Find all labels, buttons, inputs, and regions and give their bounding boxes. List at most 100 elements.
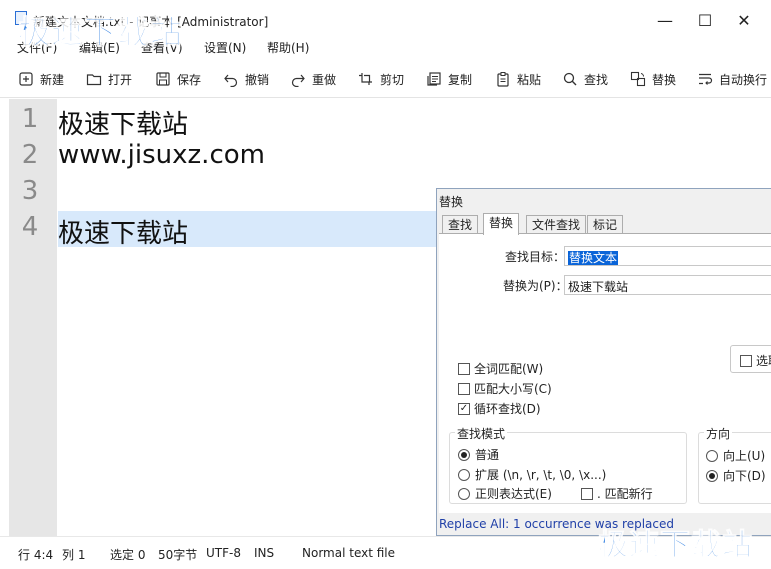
radio-dot [706, 449, 718, 462]
undo-label: 撤销 [245, 72, 270, 87]
undo-button[interactable]: 撤销 [223, 70, 269, 88]
status-bytes: 50字节 [158, 548, 198, 562]
editor-line[interactable]: www.jisuxz.com [58, 140, 265, 170]
wrap-around-checkbox[interactable]: ✓ 循环查找(D) [458, 400, 541, 417]
minimize-button[interactable]: — [650, 8, 680, 34]
status-position: 行 4:4 [18, 548, 54, 562]
radio-dot [458, 448, 470, 461]
new-button[interactable]: 新建 [18, 70, 64, 88]
maximize-button[interactable]: ☐ [690, 8, 720, 34]
editor-line[interactable]: 极速下载站 [58, 104, 188, 141]
mode-normal-radio[interactable]: 普通 [458, 446, 499, 463]
close-button[interactable]: ✕ [729, 8, 759, 34]
new-file-icon [18, 71, 34, 87]
find-target-label: 查找目标： [505, 250, 566, 264]
tab-find[interactable]: 查找 [442, 215, 479, 234]
whole-word-label: 全词匹配(W) [474, 362, 544, 376]
copy-label: 复制 [448, 72, 473, 87]
mode-extended-radio[interactable]: 扩展 (\n, \r, \t, \0, \x...) [458, 466, 606, 483]
save-label: 保存 [177, 72, 202, 87]
watermark-logo-bottom: 极速下载站 [598, 528, 753, 564]
mode-normal-label: 普通 [475, 448, 500, 462]
save-icon [155, 71, 171, 87]
status-encoding: UTF-8 [206, 546, 241, 560]
status-file-type: Normal text file [302, 546, 396, 560]
checkbox-box [740, 354, 752, 367]
match-case-checkbox[interactable]: 匹配大小写(C) [458, 380, 552, 397]
dialog-title: 替换 [439, 195, 464, 209]
paste-button[interactable]: 粘贴 [495, 70, 541, 88]
undo-icon [223, 71, 239, 87]
selection-only-checkbox[interactable]: 选取 [740, 352, 771, 369]
replace-with-label: 替换为(P)： [503, 279, 568, 293]
line-number: 4 [21, 212, 39, 242]
direction-down-radio[interactable]: 向下(D) [706, 467, 766, 484]
status-column: 列 1 [62, 548, 86, 562]
mode-regex-radio[interactable]: 正则表达式(E) [458, 485, 552, 502]
checkbox-box [458, 362, 470, 375]
match-case-label: 匹配大小写(C) [474, 382, 552, 396]
replace-label: 替换 [652, 72, 677, 87]
find-button[interactable]: 查找 [562, 70, 608, 88]
direction-up-radio[interactable]: 向上(U) [706, 447, 765, 464]
search-icon [562, 71, 578, 87]
word-wrap-button[interactable]: 自动换行 [697, 70, 767, 88]
replace-dialog: 替换 查找 替换 文件查找 标记 查找目标： 替换文本 替换为(P)： 极速下载… [436, 188, 771, 536]
open-folder-icon [86, 71, 102, 87]
whole-word-checkbox[interactable]: 全词匹配(W) [458, 360, 543, 377]
find-label: 查找 [584, 72, 609, 87]
radio-dot [458, 468, 470, 481]
replace-with-input[interactable]: 极速下载站 [564, 275, 771, 295]
mode-extended-label: 扩展 (\n, \r, \t, \0, \x...) [475, 468, 607, 482]
checkbox-box [581, 487, 593, 500]
copy-icon [426, 71, 442, 87]
watermark-logo: 极速下载站 [17, 13, 184, 52]
save-button[interactable]: 保存 [155, 70, 201, 88]
wrap-around-label: 循环查找(D) [474, 402, 541, 416]
line-number-gutter: 1 2 3 4 [9, 99, 57, 536]
wrap-icon [697, 71, 713, 87]
open-button[interactable]: 打开 [86, 70, 132, 88]
find-target-value: 替换文本 [568, 251, 619, 265]
redo-icon [290, 71, 306, 87]
cut-label: 剪切 [380, 72, 405, 87]
check-mark-icon: ✓ [458, 402, 470, 415]
new-label: 新建 [40, 72, 65, 87]
open-label: 打开 [108, 72, 133, 87]
wrap-label: 自动换行 [719, 72, 768, 87]
redo-button[interactable]: 重做 [290, 70, 336, 88]
tab-mark[interactable]: 标记 [587, 215, 624, 234]
line-number: 3 [21, 176, 39, 206]
status-selection: 选定 0 [110, 548, 146, 562]
cut-icon [358, 71, 374, 87]
editor-line[interactable]: 极速下载站 [58, 213, 188, 250]
copy-button[interactable]: 复制 [426, 70, 472, 88]
toolbar: 新建 打开 保存 撤销 重做 剪切 复制 粘贴 查找 替换 自动换行 [0, 60, 771, 98]
find-target-input[interactable]: 替换文本 [564, 246, 771, 266]
cut-button[interactable]: 剪切 [358, 70, 404, 88]
match-newline-checkbox[interactable]: . 匹配新行 [581, 485, 653, 502]
line-number: 1 [21, 104, 39, 134]
match-newline-label: . 匹配新行 [597, 487, 653, 501]
replace-icon [630, 71, 646, 87]
replace-button[interactable]: 替换 [630, 70, 676, 88]
tab-replace[interactable]: 替换 [483, 213, 520, 235]
search-mode-title: 查找模式 [455, 425, 508, 442]
paste-icon [495, 71, 511, 87]
selection-only-label: 选取 [756, 354, 771, 368]
tab-find-in-files[interactable]: 文件查找 [526, 215, 587, 234]
radio-dot [458, 487, 470, 500]
mode-regex-label: 正则表达式(E) [475, 487, 552, 501]
menu-help[interactable]: 帮助(H) [267, 39, 309, 56]
radio-dot [706, 469, 718, 482]
direction-title: 方向 [704, 425, 733, 442]
direction-up-label: 向上(U) [723, 449, 766, 463]
menu-settings[interactable]: 设置(N) [204, 39, 246, 56]
redo-label: 重做 [312, 72, 337, 87]
status-insert-mode: INS [254, 546, 275, 560]
line-number: 2 [21, 140, 39, 170]
direction-down-label: 向下(D) [723, 469, 766, 483]
replace-tab-panel: 查找目标： 替换文本 替换为(P)： 极速下载站 选取 全词匹配(W) 匹配大小… [439, 233, 771, 513]
checkbox-box [458, 382, 470, 395]
paste-label: 粘贴 [517, 72, 542, 87]
